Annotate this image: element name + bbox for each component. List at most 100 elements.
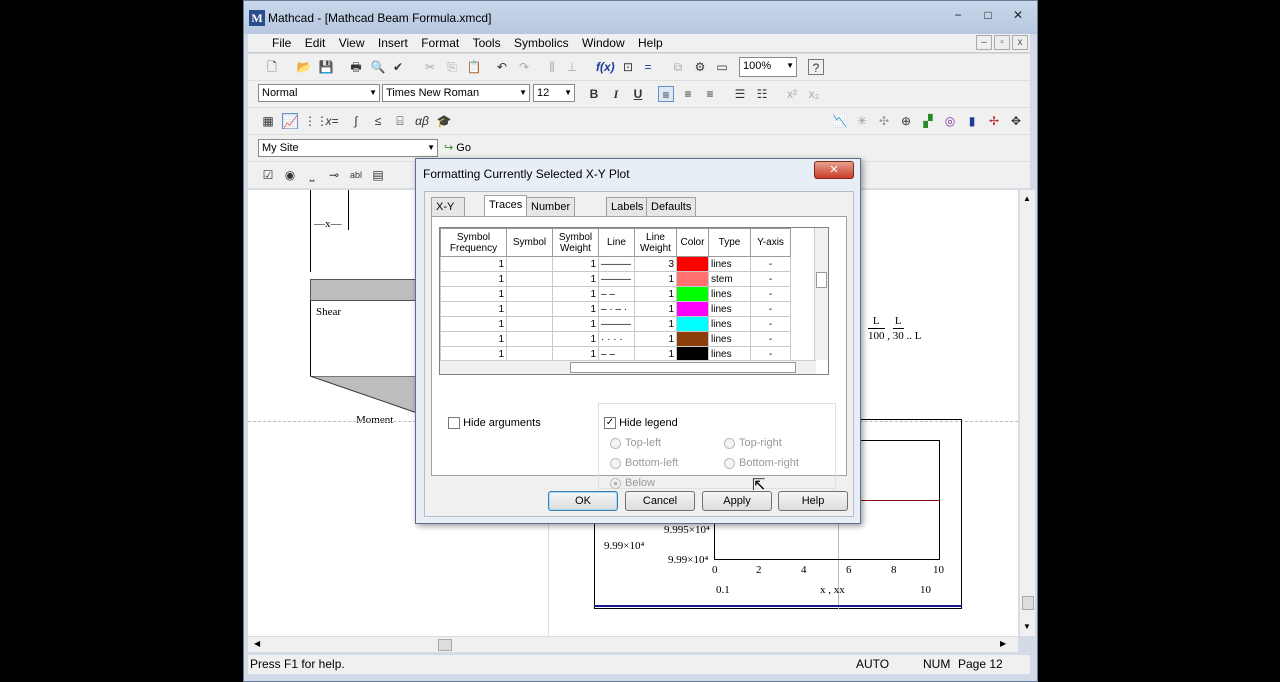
listbox-control-icon[interactable]: ▤ [370,167,386,183]
superscript-icon[interactable]: x² [784,86,800,102]
hide-arguments-checkbox[interactable]: Hide arguments [448,417,541,430]
x-lower-limit[interactable]: 0.1 [716,584,730,596]
symbol-cell[interactable] [506,271,553,287]
open-icon[interactable]: 📂 [296,59,312,75]
freq-cell[interactable]: 1 [440,316,507,332]
scatter-plot-icon[interactable]: ✢ [986,113,1002,129]
type-cell[interactable]: lines [708,286,751,302]
calculus-icon[interactable]: ∫ [348,113,364,129]
bullets-icon[interactable]: ☰ [732,86,748,102]
textbox-control-icon[interactable]: abl [348,167,364,183]
paste-icon[interactable]: 📋 [466,59,482,75]
font-select[interactable]: Times New Roman ▼ [382,84,530,102]
underline-button[interactable]: U [630,86,646,102]
trace-row[interactable]: 1 1– –1 lines - [440,286,791,302]
align-down-icon[interactable]: ⊥ [564,59,580,75]
hide-legend-checkbox[interactable]: ✓ Hide legend [604,417,678,430]
cut-icon[interactable]: ✂ [422,59,438,75]
bar-plot-icon[interactable]: ▮ [964,113,980,129]
hscroll-thumb[interactable] [438,639,452,651]
symbol-cell[interactable] [506,256,553,272]
dialog-close-button[interactable]: ✕ [814,161,854,179]
xy-plot-icon[interactable]: 📉 [832,113,848,129]
maximize-button[interactable]: □ [973,6,1003,24]
color-cell[interactable] [676,316,709,332]
y-axis-cell[interactable]: - [750,271,791,287]
calculator-icon[interactable]: ▦ [260,113,276,129]
trace-row[interactable]: 1 1 · · · · 1 lines - [440,331,791,347]
programming-icon[interactable]: ⌸ [392,113,408,129]
trace-icon[interactable]: ⊕ [898,113,914,129]
insert-function-icon[interactable]: f(x) [596,59,615,75]
undo-icon[interactable]: ↶ [494,59,510,75]
doc-restore-button[interactable]: ▫ [994,35,1010,50]
trace-row[interactable]: 1 1 ——— 3 lines - [440,256,791,272]
menu-window[interactable]: Window [577,34,630,52]
menu-symbolics[interactable]: Symbolics [509,34,574,52]
tab-number-format[interactable]: Number Format [526,197,576,231]
tab-defaults[interactable]: Defaults [646,197,697,217]
bold-button[interactable]: B [586,86,602,102]
calculate-icon[interactable]: = [640,59,656,75]
line-weight-cell[interactable]: 1 [634,286,677,302]
radio-below[interactable]: Below [610,477,655,489]
type-cell[interactable]: stem [708,271,751,287]
resource-icon[interactable]: ⚙ [692,59,708,75]
freq-cell[interactable]: 1 [440,301,507,317]
new-icon[interactable]: 🗋 [264,59,280,75]
line-style-cell[interactable]: ——— [598,271,635,287]
scroll-right-icon[interactable]: ▶ [1000,639,1006,648]
symbol-weight-cell[interactable]: 1 [552,256,599,272]
color-cell[interactable] [676,286,709,302]
horizontal-scrollbar[interactable]: ◀ ▶ [248,636,1018,652]
apply-button[interactable]: Apply [702,491,772,511]
freq-cell[interactable]: 1 [440,256,507,272]
y-axis-cell[interactable]: - [750,316,791,332]
traces-grid[interactable]: Symbol Frequency Symbol Symbol Weight Li… [439,227,829,375]
symbol-weight-cell[interactable]: 1 [552,301,599,317]
grid-vscroll-thumb[interactable] [816,272,827,288]
type-cell[interactable]: lines [708,256,751,272]
print-icon[interactable]: 🖶 [348,59,364,75]
color-cell[interactable] [676,256,709,272]
scroll-left-icon[interactable]: ◀ [254,639,260,648]
graph-toolbar-icon[interactable]: 📈 [282,113,298,129]
trace-row[interactable]: 1 1 ——— 1 lines - [440,316,791,332]
color-cell[interactable] [676,271,709,287]
greek-icon[interactable]: αβ [414,113,430,129]
component-icon[interactable]: ⧉ [670,59,686,75]
evaluation-icon[interactable]: x= [324,113,340,129]
line-weight-cell[interactable]: 1 [634,316,677,332]
zoom-select[interactable]: 100% ▼ [739,57,797,77]
help-icon[interactable]: ? [808,59,824,75]
subscript-icon[interactable]: x₂ [806,86,822,102]
checkbox-control-icon[interactable]: ☑ [260,167,276,183]
minimize-button[interactable]: − [943,6,973,24]
contour-plot-icon[interactable]: ◎ [942,113,958,129]
line-style-cell[interactable]: – – [598,286,635,302]
boolean-icon[interactable]: ≤ [370,113,386,129]
polar-plot-icon[interactable]: ✳ [854,113,870,129]
align-left-icon[interactable]: ≡ [658,86,674,102]
doc-close-button[interactable]: x [1012,35,1028,50]
spell-check-icon[interactable]: ✔ [390,59,406,75]
tab-traces[interactable]: Traces [484,195,528,216]
close-button[interactable]: ✕ [1003,6,1033,24]
menu-edit[interactable]: Edit [300,34,331,52]
grid-vscroll[interactable] [814,228,828,360]
trace-row[interactable]: 1 1 ——— 1 stem - [440,271,791,287]
y-axis-cell[interactable]: - [750,301,791,317]
grid-hscroll-thumb[interactable] [570,362,796,373]
symbolic-icon[interactable]: 🎓 [436,113,452,129]
copy-icon[interactable]: ⎘ [444,59,460,75]
line-style-cell[interactable]: – · – · [598,301,635,317]
scroll-down-icon[interactable]: ▼ [1023,622,1031,631]
freq-cell[interactable]: 1 [440,331,507,347]
color-cell[interactable] [676,301,709,317]
save-icon[interactable]: 💾 [318,59,334,75]
hide-legend-check[interactable]: ✓ [604,417,616,430]
grid-hscroll[interactable] [440,360,816,374]
vector-field-icon[interactable]: ✥ [1008,113,1024,129]
y-axis-cell[interactable]: - [750,331,791,347]
scroll-thumb[interactable] [1022,596,1034,610]
